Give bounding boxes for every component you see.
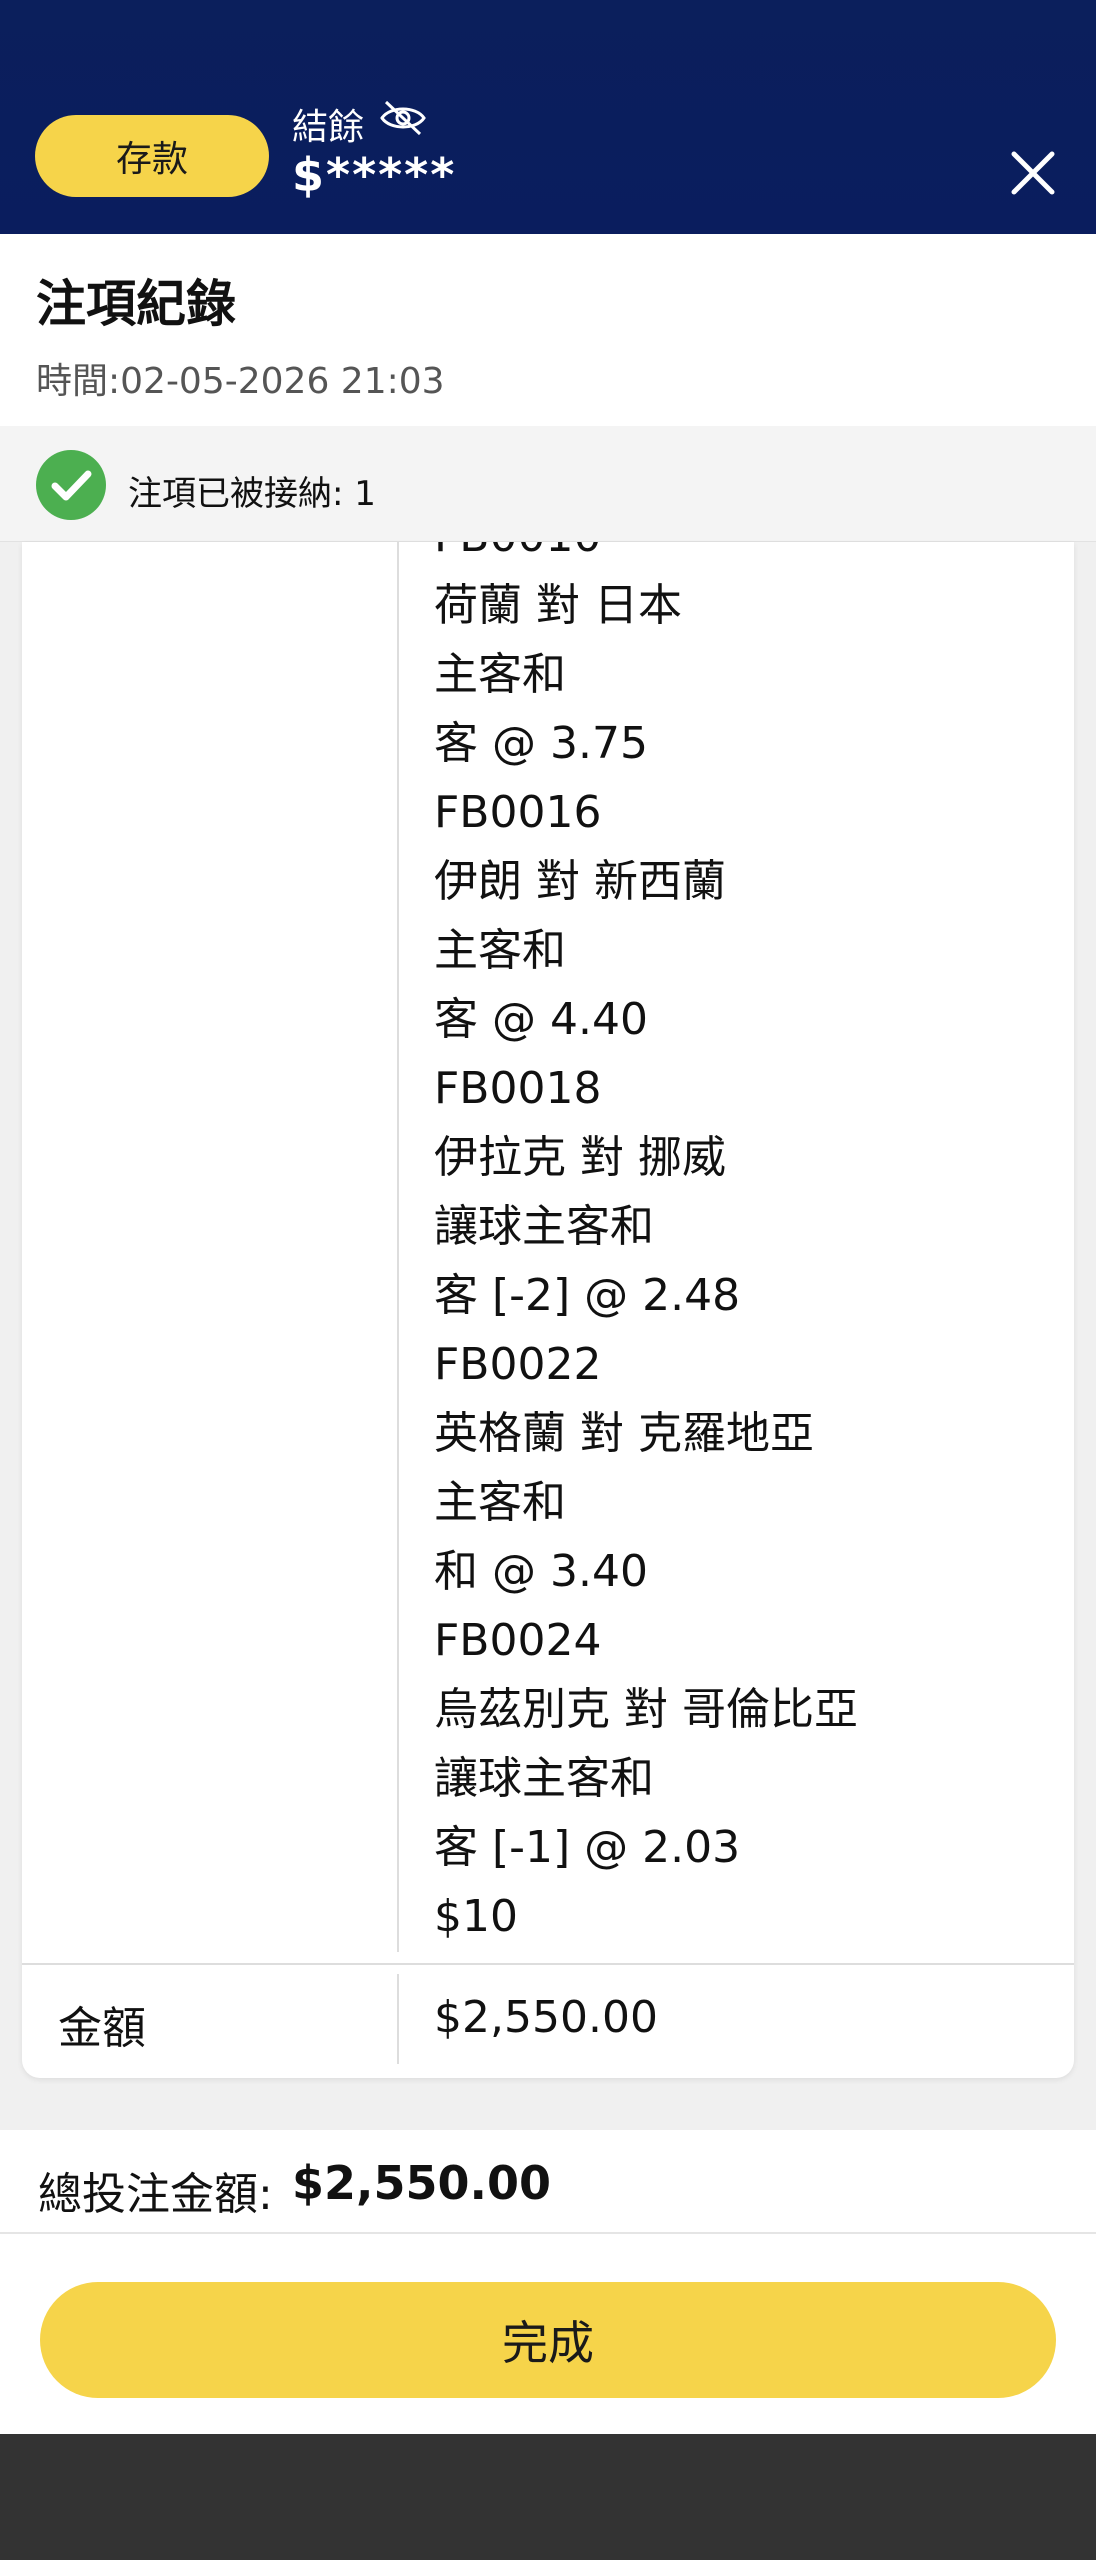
leg-line: 烏茲別克 對 哥倫比亞 [434,1684,858,1735]
amount-label: 金額 [58,2003,146,2054]
bet-legs-list: FB0010 荷蘭 對 日本 主客和 客 @ 3.75 FB0016 伊朗 對 … [434,542,858,1951]
leg-line: 伊拉克 對 挪威 [434,1132,726,1183]
leg-line: 客 @ 4.40 [434,994,648,1045]
leg-line: FB0024 [434,1615,602,1666]
record-header: 注項紀錄 時間:02-05-2026 21:03 [0,234,1096,426]
leg-line: 讓球主客和 [434,1201,654,1252]
amount-value: $2,550.00 [434,1992,658,2043]
accepted-text: 注項已被接納: 1 [128,474,376,514]
amount-divider [397,1974,399,2064]
leg-line: 讓球主客和 [434,1753,654,1804]
done-button[interactable]: 完成 [40,2282,1056,2398]
leg-line: 荷蘭 對 日本 [434,580,682,631]
leg-line: 英格蘭 對 克羅地亞 [434,1408,814,1459]
leg-line: 客 [-1] @ 2.03 [434,1822,741,1873]
deposit-button[interactable]: 存款 [35,115,269,197]
footer: 完成 [0,2234,1096,2434]
leg-line: FB0018 [434,1063,602,1114]
total-label: 總投注金額: [38,2169,273,2220]
accepted-status-bar: 注項已被接納: 1 [0,426,1096,542]
total-summary: 總投注金額: $2,550.00 [0,2130,1096,2234]
leg-line: FB0016 [434,787,602,838]
page-title: 注項紀錄 [36,275,236,333]
balance-label: 結餘 [292,107,365,148]
column-divider [397,542,399,1952]
bet-detail-card[interactable]: FB0010 荷蘭 對 日本 主客和 客 @ 3.75 FB0016 伊朗 對 … [22,542,1074,2078]
leg-line: 和 @ 3.40 [434,1546,648,1597]
leg-line: 客 @ 3.75 [434,718,648,769]
leg-line: 主客和 [434,1477,566,1528]
leg-line: 客 [-2] @ 2.48 [434,1270,741,1321]
balance-value: $***** [292,148,457,202]
leg-line: 主客和 [434,925,566,976]
leg-line: FB0010 [434,542,858,571]
leg-line: $10 [434,1891,518,1942]
bottom-bar [0,2434,1096,2560]
leg-line: 伊朗 對 新西蘭 [434,856,726,907]
eye-hidden-icon[interactable] [378,98,428,138]
top-header: 存款 結餘 $***** [0,0,1096,234]
total-value: $2,550.00 [292,2156,551,2210]
record-time: 時間:02-05-2026 21:03 [36,361,445,402]
leg-line: 主客和 [434,649,566,700]
leg-line: FB0022 [434,1339,602,1390]
row-separator [22,1963,1074,1965]
close-icon[interactable] [1008,148,1058,198]
check-circle-icon [36,450,106,520]
